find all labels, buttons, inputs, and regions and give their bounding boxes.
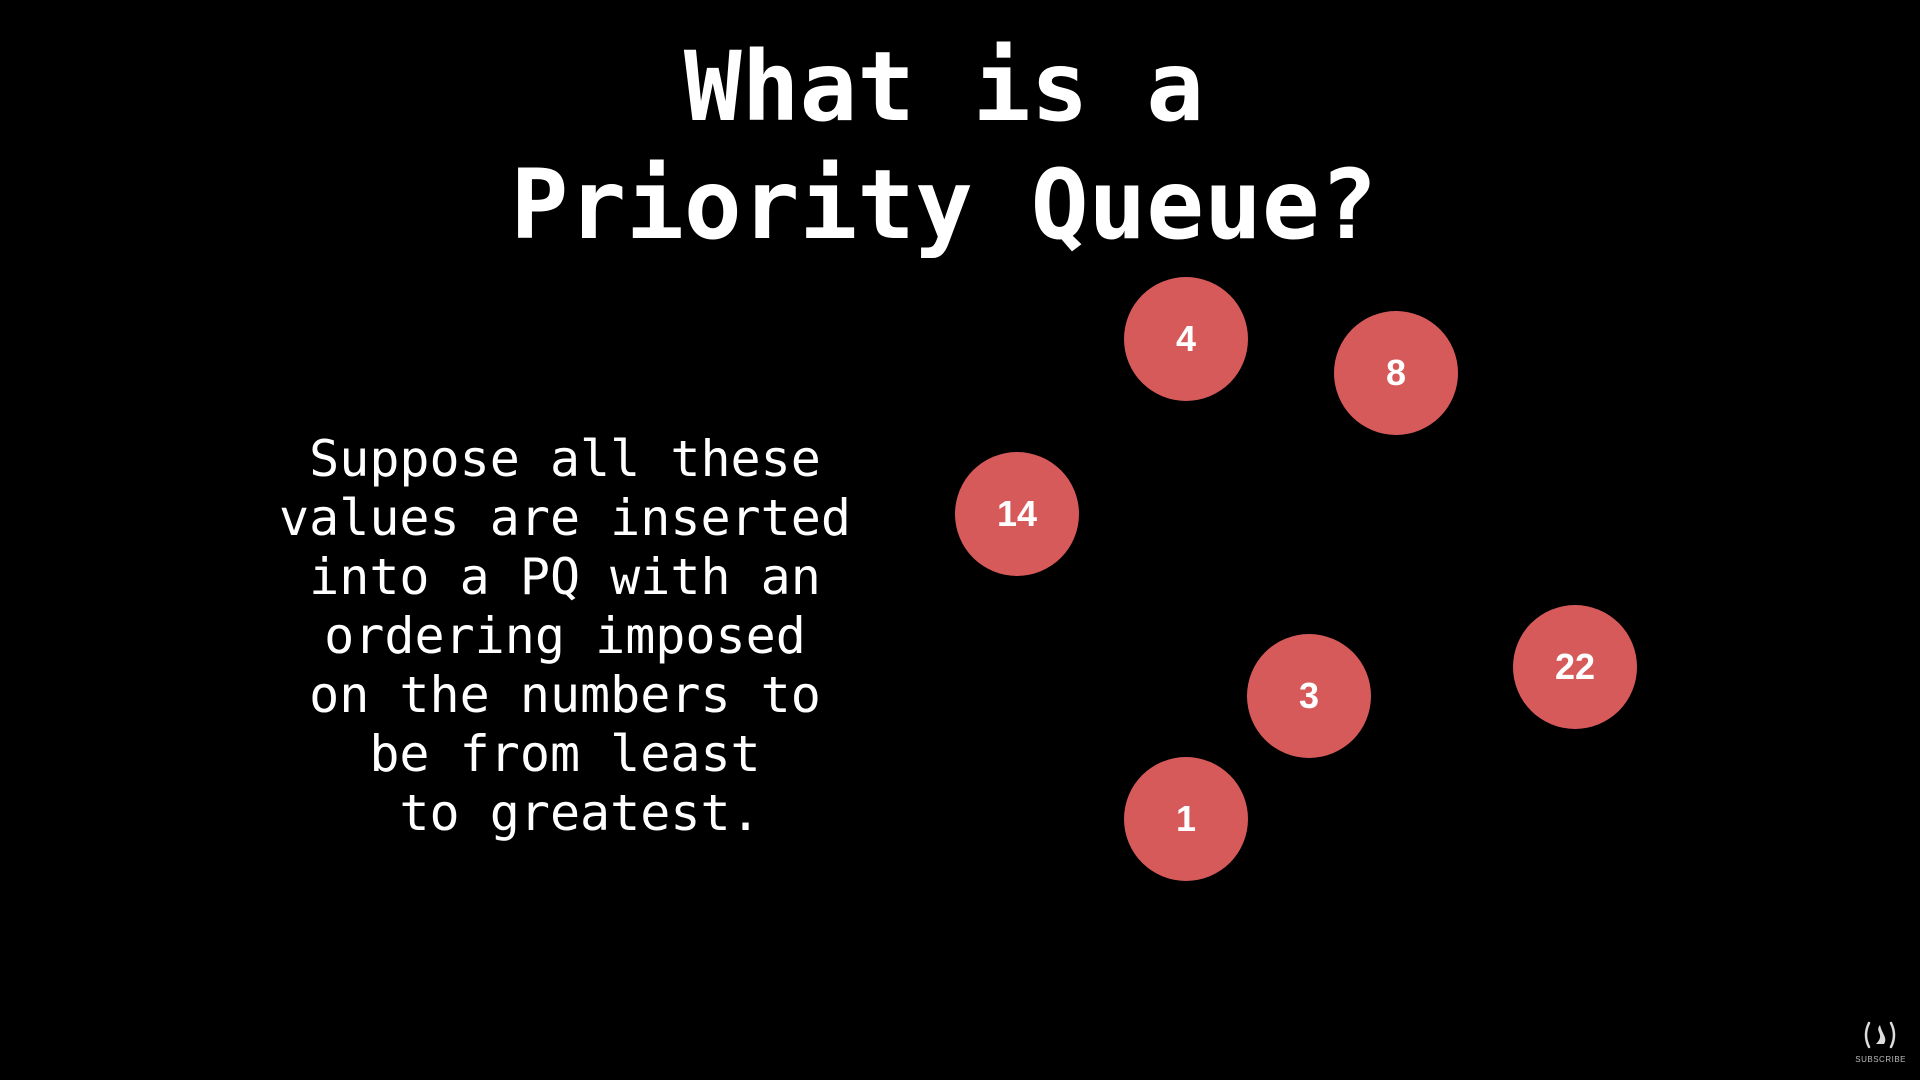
value-node-22: 22 xyxy=(1513,605,1637,729)
slide: What is a Priority Queue? Suppose all th… xyxy=(0,0,1920,1080)
freecodecamp-logo-icon[interactable] xyxy=(1860,1018,1900,1052)
value-node-3: 3 xyxy=(1247,634,1371,758)
value-node-4: 4 xyxy=(1124,277,1248,401)
description-line: be from least xyxy=(369,725,761,783)
description-line: values are inserted xyxy=(279,489,851,547)
value-node-14: 14 xyxy=(955,452,1079,576)
title-line-1: What is a xyxy=(683,31,1205,143)
description-line: to greatest. xyxy=(369,784,761,842)
value-node-1: 1 xyxy=(1124,757,1248,881)
description-line: on the numbers to xyxy=(309,666,821,724)
description-line: into a PQ with an xyxy=(309,548,821,606)
slide-title: What is a Priority Queue? xyxy=(0,28,1888,264)
description-text: Suppose all these values are inserted in… xyxy=(230,430,900,843)
title-line-2: Priority Queue? xyxy=(510,149,1378,261)
description-line: Suppose all these xyxy=(309,430,821,488)
value-node-8: 8 xyxy=(1334,311,1458,435)
subscribe-caption[interactable]: SUBSCRIBE xyxy=(1855,1055,1906,1064)
description-line: ordering imposed xyxy=(324,607,806,665)
